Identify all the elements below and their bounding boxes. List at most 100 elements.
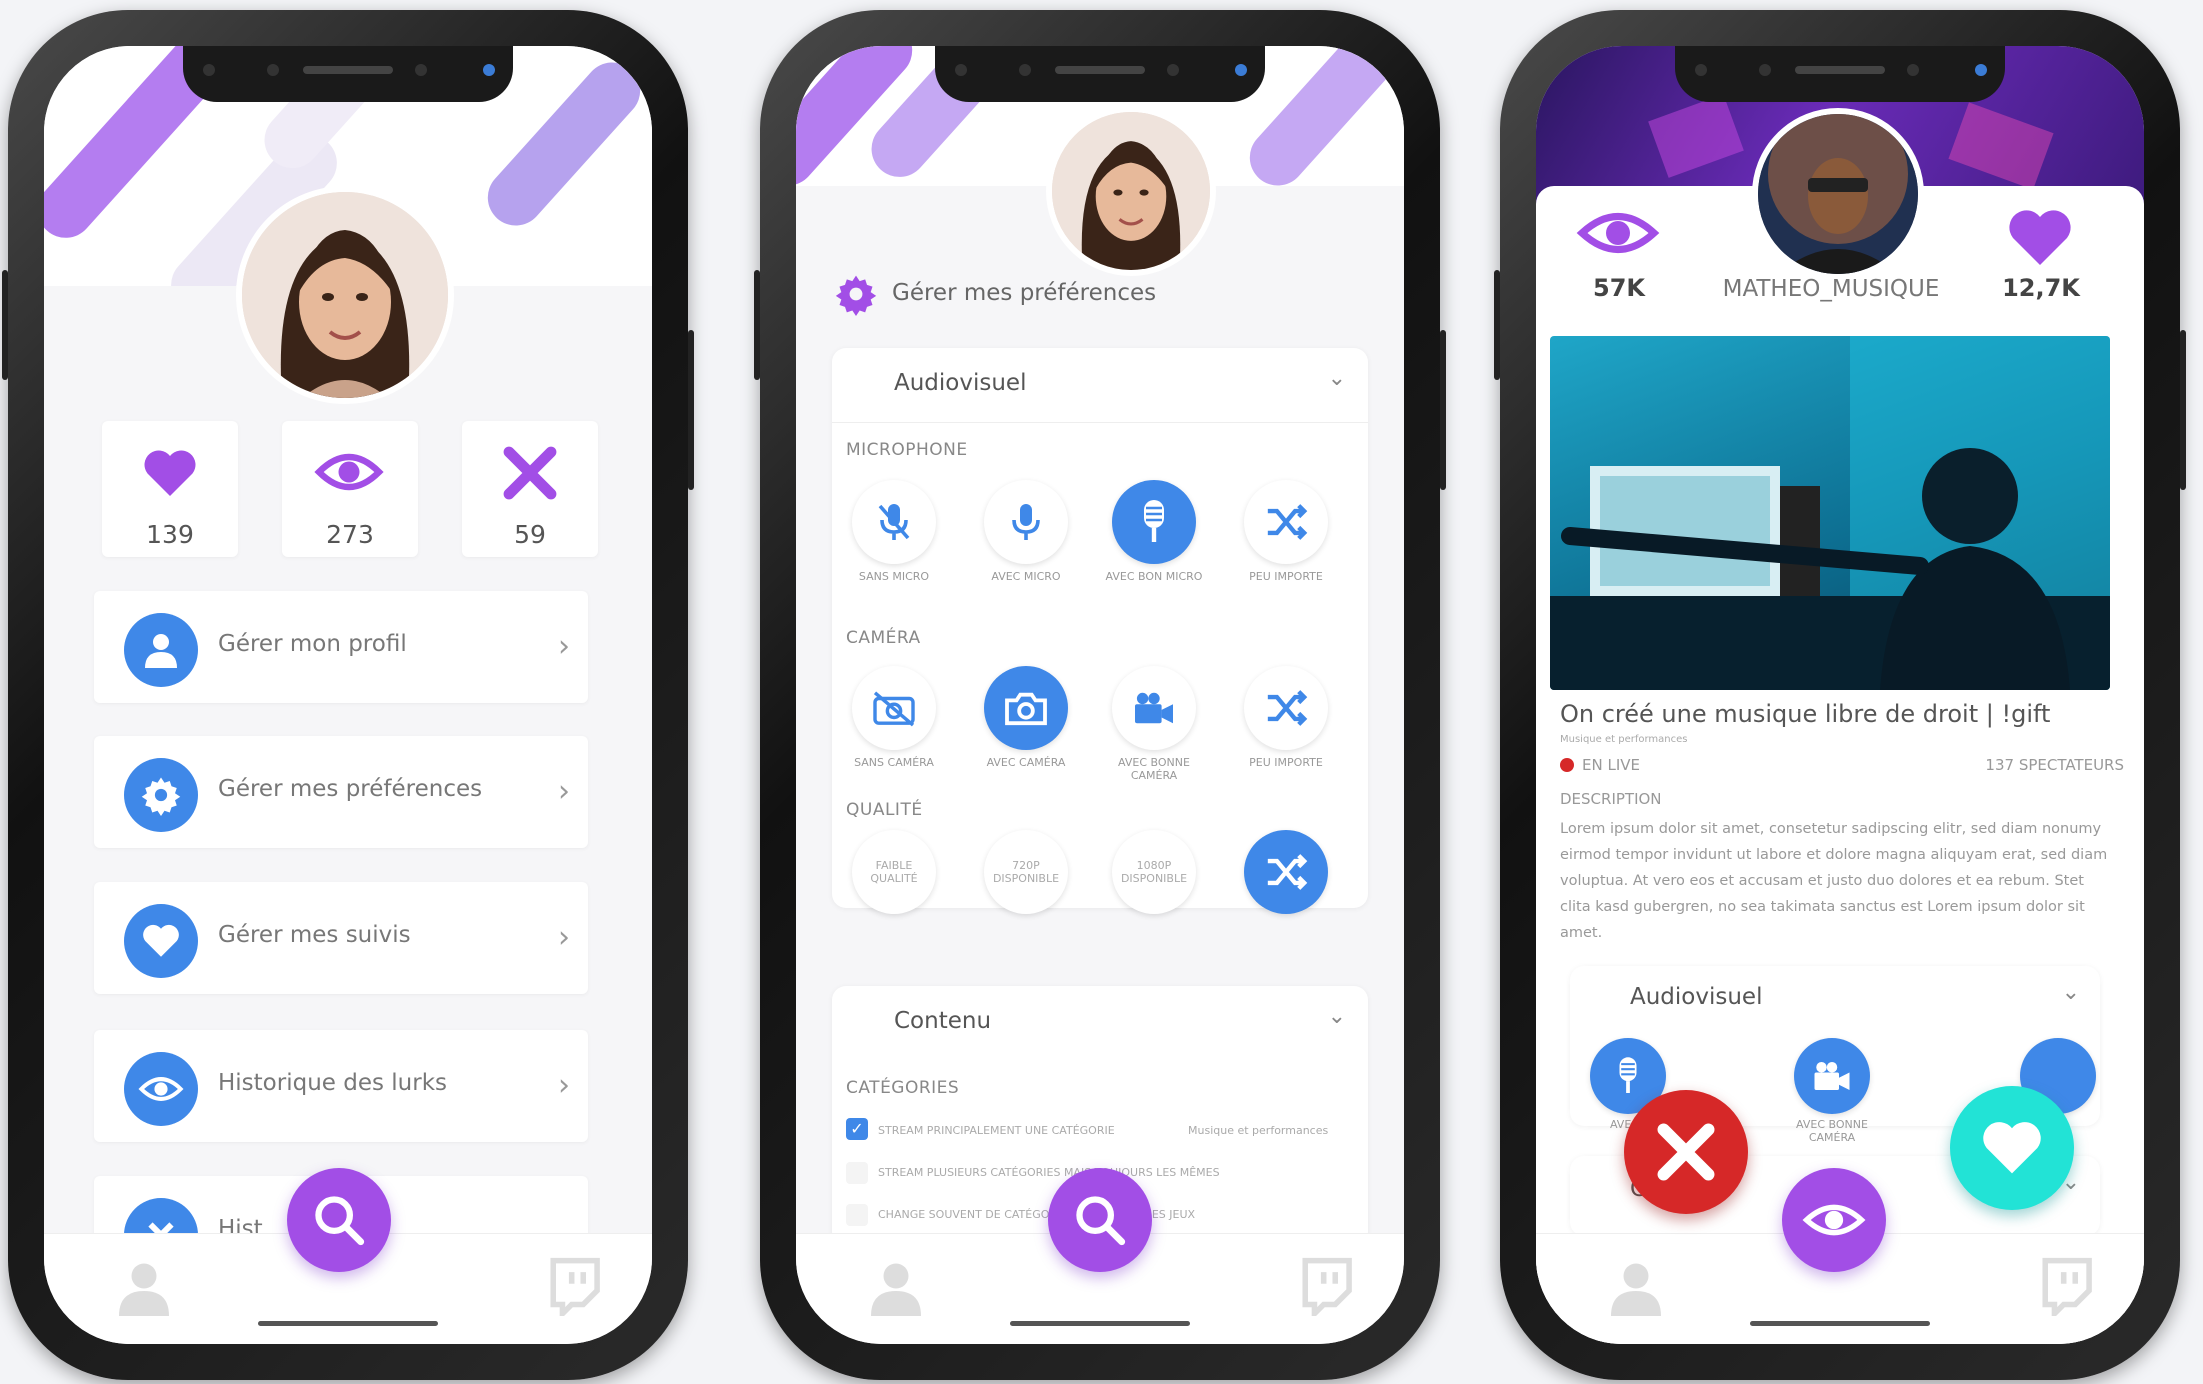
home-indicator	[1750, 1321, 1930, 1326]
sensor	[955, 64, 967, 76]
menu-lurk-history[interactable]: Historique des lurks ›	[94, 1030, 588, 1142]
1080p-option[interactable]: 1080P DISPONIBLE	[1112, 830, 1196, 914]
user-tab-icon[interactable]	[114, 1256, 174, 1316]
user-tab-icon[interactable]	[866, 1256, 926, 1316]
eye-icon	[124, 1052, 198, 1126]
stream-thumbnail[interactable]	[1550, 336, 2110, 690]
heart-icon	[2009, 210, 2071, 265]
mic-option[interactable]	[984, 480, 1068, 564]
camera-none-option[interactable]	[852, 666, 936, 750]
camera-option[interactable]	[984, 666, 1068, 750]
stream-category: Musique et performances	[1560, 734, 1688, 745]
avatar[interactable]	[236, 186, 454, 404]
option-label: 720P DISPONIBLE	[992, 859, 1060, 885]
720p-option[interactable]: 720P DISPONIBLE	[984, 830, 1068, 914]
section-header[interactable]: Audiovisuel	[1630, 984, 1762, 1010]
stat-value: 273	[326, 520, 374, 549]
avatar[interactable]	[1046, 106, 1216, 276]
eye-icon	[1576, 212, 1660, 254]
description-label: DESCRIPTION	[1560, 790, 1662, 808]
menu-manage-follows[interactable]: Gérer mes suivis ›	[94, 882, 588, 994]
twitch-icon[interactable]	[1298, 1256, 1354, 1316]
option-label: AVEC MICRO	[991, 570, 1061, 583]
microphone-label: MICROPHONE	[846, 440, 968, 460]
search-button[interactable]	[287, 1168, 391, 1272]
sensor	[203, 64, 215, 76]
shuffle-icon	[1267, 504, 1308, 540]
lurk-button[interactable]	[1782, 1168, 1886, 1272]
likes-count: 12,7K	[2002, 274, 2080, 302]
phone-2: Gérer mes préférences Audiovisuel ⌄ MICR…	[754, 10, 1446, 1380]
streamer-name[interactable]: MATHEO_MUSIQUE	[1706, 276, 1956, 302]
description-text: Lorem ipsum dolor sit amet, consetetur s…	[1560, 821, 2108, 941]
shuffle-icon	[1267, 854, 1308, 890]
categories-label: CATÉGORIES	[846, 1078, 960, 1098]
twitch-icon[interactable]	[546, 1256, 602, 1316]
good-camera-option[interactable]	[1794, 1038, 1870, 1114]
good-camera-option[interactable]	[1112, 666, 1196, 750]
studio-mic-icon	[1619, 1057, 1637, 1093]
checkbox[interactable]	[846, 1204, 868, 1226]
video-camera-icon	[1135, 692, 1173, 724]
skip-button[interactable]	[1624, 1090, 1748, 1214]
chevron-right-icon: ›	[558, 774, 570, 809]
quality-label: QUALITÉ	[846, 800, 923, 820]
quality-any-option[interactable]	[1244, 830, 1328, 914]
option-label: AVEC BONNE CAMÉRA	[1796, 1118, 1868, 1144]
sensor	[1907, 64, 1919, 76]
stat-value: 139	[146, 520, 194, 549]
preferences-screen: Gérer mes préférences Audiovisuel ⌄ MICR…	[796, 46, 1404, 1344]
low-quality-option[interactable]: FAIBLE QUALITÉ	[852, 830, 936, 914]
section-header[interactable]: Contenu	[894, 1008, 991, 1034]
search-icon	[1076, 1196, 1126, 1246]
camera-any-option[interactable]	[1244, 666, 1328, 750]
spectators-count: 137 SPECTATEURS	[1985, 756, 2124, 774]
views-stat: 273	[282, 421, 418, 557]
section-header[interactable]: Audiovisuel	[894, 370, 1026, 396]
category-select[interactable]: Musique et performances	[1188, 1124, 1328, 1137]
front-camera	[1975, 64, 1987, 76]
streamer-avatar[interactable]	[1752, 108, 1924, 280]
menu-manage-preferences[interactable]: Gérer mes préférences ›	[94, 736, 588, 848]
search-icon	[315, 1196, 365, 1246]
phone-1: 139 273 59 Gérer mon profil › Gérer mes …	[2, 10, 694, 1380]
checkbox-checked[interactable]: ✓	[846, 1118, 868, 1140]
sensor	[1019, 64, 1031, 76]
mic-none-option[interactable]	[852, 480, 936, 564]
menu-label: Gérer mon profil	[218, 631, 407, 657]
like-button[interactable]	[1950, 1086, 2074, 1210]
menu-manage-profile[interactable]: Gérer mon profil ›	[94, 591, 588, 703]
user-tab-icon[interactable]	[1606, 1256, 1666, 1316]
chevron-down-icon[interactable]: ⌄	[2062, 980, 2080, 1005]
camera-off-icon	[873, 691, 915, 727]
live-dot	[1560, 758, 1574, 772]
option-label: AVEC CAMÉRA	[986, 756, 1066, 769]
checkbox[interactable]	[846, 1162, 868, 1184]
live-status: EN LIVE	[1582, 756, 1640, 774]
viewers-count: 57K	[1593, 274, 1645, 302]
chevron-down-icon[interactable]: ⌄	[1328, 1004, 1346, 1029]
mic-off-icon	[878, 504, 910, 540]
sensor	[267, 64, 279, 76]
x-icon	[503, 446, 557, 500]
menu-label: Historique des lurks	[218, 1070, 448, 1096]
option-label: FAIBLE QUALITÉ	[870, 859, 918, 885]
chevron-right-icon: ›	[558, 920, 570, 955]
mic-any-option[interactable]	[1244, 480, 1328, 564]
close-icon	[1657, 1123, 1715, 1181]
home-indicator	[1010, 1321, 1190, 1326]
speaker	[1055, 66, 1145, 74]
chevron-down-icon[interactable]: ⌄	[1328, 366, 1346, 391]
twitch-icon[interactable]	[2038, 1256, 2094, 1316]
good-mic-option[interactable]	[1112, 480, 1196, 564]
shuffle-icon	[1267, 690, 1308, 726]
front-camera	[1235, 64, 1247, 76]
mic-icon	[1012, 504, 1040, 540]
checkbox-label: STREAM PRINCIPALEMENT UNE CATÉGORIE	[878, 1124, 1115, 1137]
stream-screen: 57K MATHEO_MUSIQUE 12,7K On créé une mus…	[1536, 46, 2144, 1344]
skips-stat: 59	[462, 421, 598, 557]
eye-icon	[314, 453, 384, 491]
front-camera	[483, 64, 495, 76]
camera-icon	[1005, 692, 1047, 726]
search-button[interactable]	[1048, 1168, 1152, 1272]
